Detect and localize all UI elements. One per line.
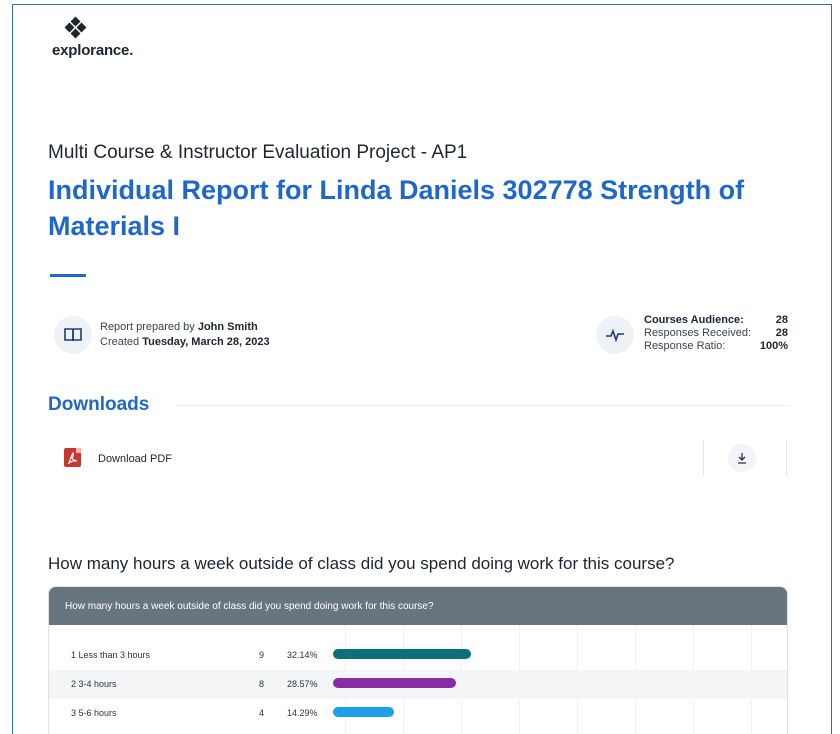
row-count: 4 [259, 708, 265, 718]
prepared-prefix: Report prepared by [100, 321, 198, 333]
book-icon [54, 316, 92, 354]
stat-courses-audience: Courses Audience: 28 [644, 314, 788, 326]
created-date: Tuesday, March 28, 2023 [142, 336, 270, 348]
row-bar [333, 707, 395, 717]
download-pdf-link[interactable]: Download PDF [98, 453, 172, 465]
row-label: 1 Less than 3 hours [71, 650, 151, 660]
results-table: 1 Less than 3 hours 9 32.14% 2 3-4 hours… [49, 641, 787, 728]
row-percent: 14.29% [287, 708, 318, 718]
table-row: 2 3-4 hours 8 28.57% [49, 670, 787, 699]
stat-responses-received: Responses Received: 28 [644, 327, 788, 339]
downloads-divider [176, 405, 788, 406]
row-count: 8 [259, 679, 265, 689]
logo-mark-icon [64, 16, 87, 39]
report-meta: Report prepared by John Smith Created Tu… [100, 320, 270, 350]
table-row: 3 5-6 hours 4 14.29% [49, 699, 787, 728]
row-percent: 28.57% [287, 679, 318, 689]
created-prefix: Created [100, 336, 143, 348]
row-label: 3 5-6 hours [71, 708, 117, 718]
project-title: Multi Course & Instructor Evaluation Pro… [48, 142, 468, 163]
title-underline [50, 274, 86, 277]
row-count: 9 [259, 650, 265, 660]
pulse-icon [596, 316, 634, 354]
logo-wordmark: explorance. [52, 42, 134, 59]
prepared-by: John Smith [197, 321, 258, 333]
question-results-panel: How many hours a week outside of class d… [48, 586, 788, 734]
downloads-heading: Downloads [48, 394, 150, 415]
row-label: 2 3-4 hours [71, 679, 117, 689]
download-divider-right [786, 440, 787, 476]
stat-response-ratio: Response Ratio: 100% [644, 340, 788, 352]
report-title: Individual Report for Linda Daniels 3027… [48, 175, 745, 241]
question-heading: How many hours a week outside of class d… [48, 554, 675, 573]
results-table-title: How many hours a week outside of class d… [49, 587, 787, 625]
row-bar [333, 649, 472, 659]
download-button[interactable] [728, 444, 756, 472]
response-stats: Courses Audience: 28 Responses Received:… [644, 314, 788, 353]
table-row: 1 Less than 3 hours 9 32.14% [49, 641, 787, 670]
download-icon [738, 453, 746, 464]
row-percent: 32.14% [287, 650, 318, 660]
pdf-icon [64, 448, 81, 467]
download-divider [703, 440, 704, 476]
row-bar [333, 678, 456, 688]
